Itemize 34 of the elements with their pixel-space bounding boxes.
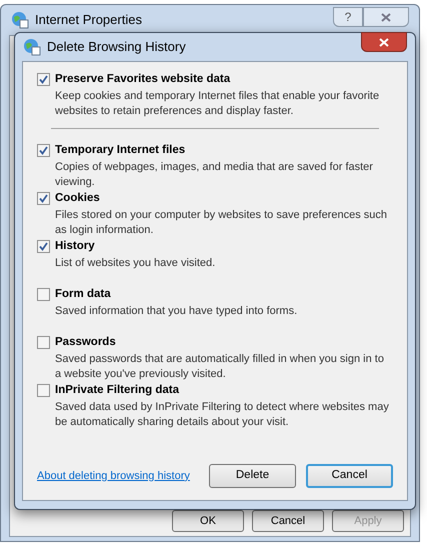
option-label: Form data xyxy=(55,287,112,302)
globe-icon xyxy=(11,11,29,29)
dialog-button[interactable]: OK xyxy=(172,510,244,532)
help-button[interactable]: ? xyxy=(333,7,363,27)
option-label: History xyxy=(55,239,96,254)
checkbox[interactable] xyxy=(37,336,50,349)
option-description: List of websites you have visited. xyxy=(55,256,216,271)
dialog-button[interactable]: Cancel xyxy=(306,464,393,488)
option-label: Temporary Internet files xyxy=(55,143,186,158)
close-icon xyxy=(379,38,389,46)
dialog-button[interactable]: Delete xyxy=(209,464,296,488)
globe-icon xyxy=(23,38,41,56)
close-button[interactable] xyxy=(361,32,407,52)
dialog-button[interactable]: Cancel xyxy=(252,510,324,532)
option-description: Saved passwords that are automatically filled in when you sign in to a website you've previously visited. xyxy=(55,352,385,382)
checkbox[interactable] xyxy=(37,192,50,205)
checkbox[interactable] xyxy=(37,288,50,301)
close-icon xyxy=(381,12,391,22)
option-description: Copies of webpages, images, and media that are saved for faster viewing. xyxy=(55,160,374,190)
option-description: Saved data used by InPrivate Filtering to detect where websites may be automatically sharing details about your visit. xyxy=(55,400,390,430)
option-description: Saved information that you have typed into forms. xyxy=(55,304,298,319)
option-description: Keep cookies and temporary Internet files that enable your favorite websites to retain preferences and display faster. xyxy=(55,89,380,119)
checkbox[interactable] xyxy=(37,240,50,253)
checkbox[interactable] xyxy=(37,73,50,86)
option-label: InPrivate Filtering data xyxy=(55,383,180,398)
checkbox[interactable] xyxy=(37,384,50,397)
option-label: Passwords xyxy=(55,335,117,350)
option-description: Files stored on your computer by websites to save preferences such as login information. xyxy=(55,208,388,238)
help-link[interactable]: About deleting browsing history xyxy=(37,468,190,484)
option-label: Cookies xyxy=(55,191,101,206)
dialog-title: Delete Browsing History xyxy=(47,38,186,56)
checkbox[interactable] xyxy=(37,144,50,157)
option-label: Preserve Favorites website data xyxy=(55,72,232,87)
window-title: Internet Properties xyxy=(35,11,142,30)
